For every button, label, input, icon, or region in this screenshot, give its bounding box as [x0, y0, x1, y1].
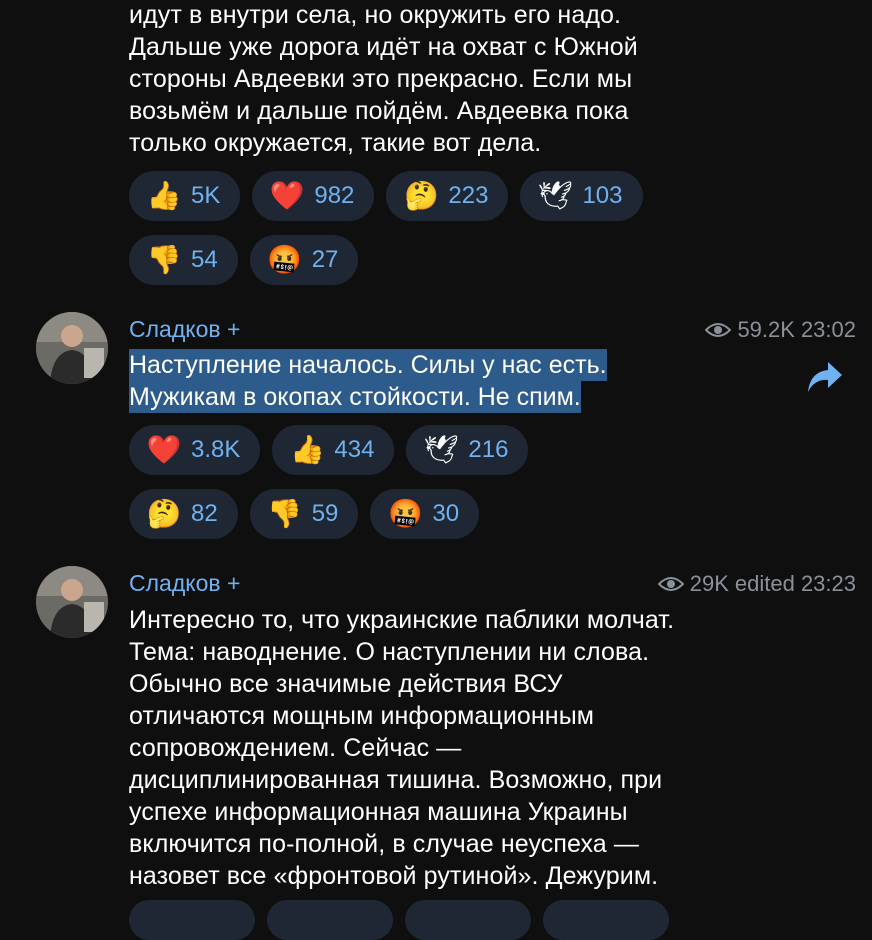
dove-icon: 🕊 — [537, 180, 574, 211]
view-count: 59.2K — [737, 317, 795, 342]
reaction-thumbs-up[interactable]: 👍 5K — [129, 171, 241, 221]
reaction-count: 5K — [191, 182, 221, 209]
view-count: 29K — [689, 571, 729, 596]
thinking-face-icon: 🤔 — [146, 498, 182, 529]
reaction-thumbs-down[interactable]: 👎 54 — [129, 235, 238, 285]
reaction-heart[interactable]: ❤️ 3.8K — [129, 425, 261, 475]
avatar[interactable] — [36, 566, 108, 638]
reaction-thinking[interactable]: 🤔 223 — [386, 171, 509, 221]
heart-icon: ❤️ — [146, 434, 182, 465]
avatar-photo — [36, 312, 108, 384]
reaction-thumbs-up[interactable]: 👍 434 — [272, 425, 395, 475]
message-text: Интересно то, что украинские паблики мол… — [129, 606, 675, 890]
dove-icon: 🕊 — [423, 434, 460, 465]
author-name[interactable]: Сладков + — [129, 570, 240, 597]
reactions-block: ❤️ 3.8K 👍 434 🕊 216 🤔 82 👎 59 🤬 30 — [129, 425, 689, 553]
cursing-face-icon: 🤬 — [267, 244, 303, 275]
reaction-cursing[interactable]: 🤬 27 — [249, 235, 359, 285]
message-text: идут в внутри села, но окружить его надо… — [129, 1, 638, 157]
reaction-thinking[interactable]: 🤔 82 — [129, 489, 238, 539]
reaction-dove[interactable]: 🕊 103 — [520, 171, 643, 221]
reaction-count: 82 — [191, 500, 218, 527]
reaction-cursing[interactable]: 🤬 30 — [370, 489, 480, 539]
author-name[interactable]: Сладков + — [129, 316, 240, 343]
timestamp: 23:02 — [800, 317, 856, 342]
thumbs-up-icon: 👍 — [146, 180, 182, 211]
avatar-photo — [36, 566, 108, 638]
reaction-count: 27 — [311, 246, 339, 273]
selected-text-line: Наступление началось. Силы у нас есть. — [129, 349, 607, 381]
reaction-count: 216 — [468, 436, 509, 463]
share-icon[interactable] — [806, 360, 844, 394]
reaction-count: 434 — [334, 436, 375, 463]
reaction-partial[interactable] — [267, 900, 393, 940]
reaction-count: 54 — [191, 246, 218, 273]
reaction-count: 103 — [582, 182, 623, 209]
timestamp: edited 23:23 — [734, 571, 856, 596]
thumbs-up-icon: 👍 — [289, 434, 325, 465]
message-meta: 29K edited 23:23 — [657, 571, 856, 597]
heart-icon: ❤️ — [269, 180, 305, 211]
thumbs-down-icon: 👎 — [267, 498, 303, 529]
cursing-face-icon: 🤬 — [387, 498, 423, 529]
reaction-count: 59 — [311, 500, 339, 527]
selected-text-line: Мужикам в окопах стойкости. Не спим. — [129, 381, 581, 413]
message-text: Наступление началось. Силы у нас есть. М… — [129, 349, 749, 413]
reactions-block — [129, 900, 669, 940]
reaction-count: 982 — [314, 182, 355, 209]
message-meta: 59.2K 23:02 — [705, 317, 856, 343]
eye-icon — [705, 323, 732, 337]
reaction-count: 223 — [448, 182, 489, 209]
eye-icon — [657, 577, 684, 591]
thumbs-down-icon: 👎 — [146, 244, 182, 275]
reaction-partial[interactable] — [405, 900, 531, 940]
thinking-face-icon: 🤔 — [403, 180, 439, 211]
reaction-partial[interactable] — [543, 900, 669, 940]
reactions-block: 👍 5K ❤️ 982 🤔 223 🕊 103 👎 54 🤬 27 — [129, 171, 689, 299]
reaction-count: 3.8K — [191, 436, 241, 463]
reaction-dove[interactable]: 🕊 216 — [406, 425, 529, 475]
reaction-thumbs-down[interactable]: 👎 59 — [249, 489, 359, 539]
reaction-heart[interactable]: ❤️ 982 — [252, 171, 375, 221]
reaction-count: 30 — [432, 500, 460, 527]
reaction-partial[interactable] — [129, 900, 255, 940]
avatar[interactable] — [36, 312, 108, 384]
